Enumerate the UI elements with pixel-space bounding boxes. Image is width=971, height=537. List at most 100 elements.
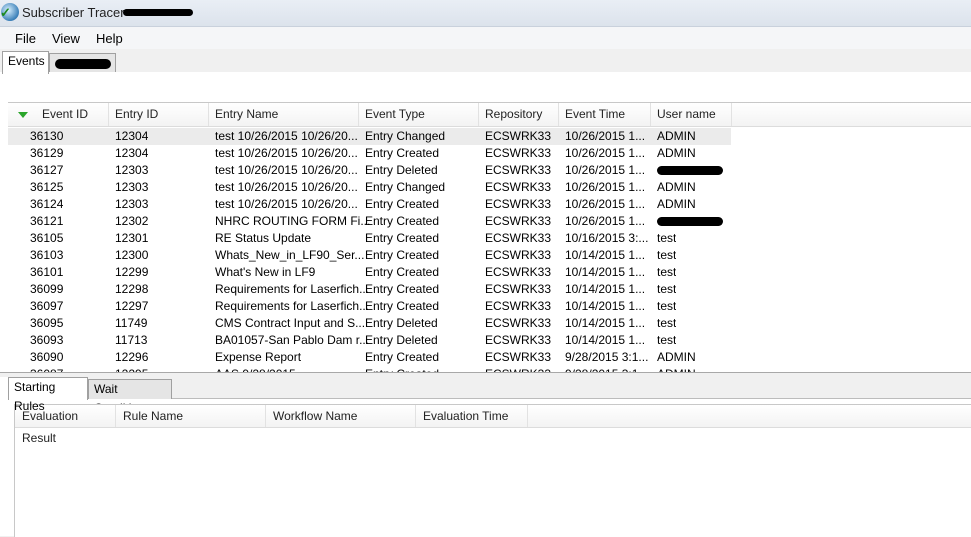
cell-repository: ECSWRK33 [485, 350, 552, 364]
rules-table-header: Evaluation Result Rule Name Workflow Nam… [15, 405, 971, 445]
cell-user-name: test [657, 333, 677, 347]
cell-entry-id: 12297 [115, 299, 149, 313]
cell-repository: ECSWRK33 [485, 282, 552, 296]
col-header-event-id[interactable]: Event ID [8, 103, 109, 126]
cell-repository: ECSWRK33 [485, 265, 552, 279]
cell-event-id: 36099 [30, 282, 64, 296]
table-row[interactable]: 36125 12303 test 10/26/2015 10/26/20... Ent… [8, 179, 731, 196]
window-title: Subscriber Tracer - [22, 5, 133, 20]
cell-event-id: 36090 [30, 350, 64, 364]
table-row[interactable]: 36090 12296 Expense Report Entry Created ECS… [8, 349, 731, 366]
cell-entry-name: Requirements for Laserfich... [215, 299, 370, 313]
cell-repository: ECSWRK33 [485, 214, 552, 228]
cell-user-name: ADMIN [657, 180, 696, 194]
table-row[interactable]: 36127 12303 test 10/26/2015 10/26/20... Ent… [8, 162, 731, 179]
cell-event-id: 36125 [30, 180, 64, 194]
tab-events[interactable]: Events [2, 51, 49, 74]
cell-repository: ECSWRK33 [485, 231, 552, 245]
cell-entry-id: 12304 [115, 146, 149, 160]
cell-entry-id: 11713 [115, 333, 148, 347]
cell-event-time: 10/16/2015 3:... [565, 231, 649, 245]
cell-event-id: 36097 [30, 299, 64, 313]
tab-redacted[interactable] [49, 53, 116, 73]
tab-wait-conditions[interactable]: Wait Conditions [88, 379, 172, 415]
cell-event-id: 36101 [30, 265, 64, 279]
col-header-event-time[interactable]: Event Time [559, 103, 651, 126]
cell-repository: ECSWRK33 [485, 129, 552, 143]
cell-event-time: 10/14/2015 1... [565, 299, 646, 313]
cell-entry-id: 12296 [115, 350, 149, 364]
cell-event-id: 36127 [30, 163, 64, 177]
cell-user-name: test [657, 265, 677, 279]
table-row[interactable]: 36121 12302 NHRC ROUTING FORM Fi... Entry C… [8, 213, 731, 230]
table-row[interactable]: 36093 11713 BA01057-San Pablo Dam r... Entr… [8, 332, 731, 349]
redacted-title-text [123, 9, 193, 16]
table-row[interactable]: 36103 12300 Whats_New_in_LF90_Ser... Entry … [8, 247, 731, 264]
col-header-rule-name[interactable]: Rule Name [116, 405, 266, 427]
cell-event-time: 10/14/2015 1... [565, 248, 646, 262]
cell-entry-id: 12299 [115, 265, 149, 279]
cell-user-name: ADMIN [657, 197, 696, 211]
col-header-label: Event ID [42, 107, 89, 121]
cell-event-time: 10/26/2015 1... [565, 180, 646, 194]
cell-event-type: Entry Created [365, 231, 440, 245]
cell-event-id: 36095 [30, 316, 64, 330]
cell-event-type: Entry Created [365, 214, 440, 228]
events-table: Event ID Entry ID Entry Name Event Type … [8, 102, 971, 373]
col-header-user-name[interactable]: User name [651, 103, 732, 126]
cell-event-time: 10/26/2015 1... [565, 129, 646, 143]
check-icon: ✓ [0, 5, 11, 20]
title-bar: ✓ Subscriber Tracer - [0, 0, 971, 27]
redacted-user-name [657, 217, 723, 226]
table-row[interactable]: 36130 12304 test 10/26/2015 10/26/20... Ent… [8, 128, 731, 145]
tab-starting-rules[interactable]: Starting Rules [8, 377, 88, 413]
col-header-entry-id[interactable]: Entry ID [109, 103, 209, 126]
col-header-evaluation-time[interactable]: Evaluation Time [416, 405, 528, 427]
cell-event-type: Entry Created [365, 197, 440, 211]
tab-events-label: Events [8, 54, 45, 68]
cell-entry-name: test 10/26/2015 10/26/20... [215, 180, 358, 194]
cell-entry-name: CMS Contract Input and S... [215, 316, 366, 330]
cell-event-id: 36093 [30, 333, 64, 347]
cell-entry-id: 12304 [115, 129, 149, 143]
table-row[interactable]: 36101 12299 What's New in LF9 Entry Created… [8, 264, 731, 281]
table-row[interactable]: 36105 12301 RE Status Update Entry Created E… [8, 230, 731, 247]
cell-event-time: 10/26/2015 1... [565, 214, 646, 228]
col-header-repository[interactable]: Repository [479, 103, 559, 126]
cell-repository: ECSWRK33 [485, 163, 552, 177]
menu-bar: File View Help [0, 27, 971, 49]
table-row[interactable]: 36097 12297 Requirements for Laserfich... E… [8, 298, 731, 315]
table-row[interactable]: 36099 12298 Requirements for Laserfich... E… [8, 281, 731, 298]
menu-help[interactable]: Help [96, 31, 123, 46]
cell-event-time: 10/14/2015 1... [565, 282, 646, 296]
cell-user-name: test [657, 231, 677, 245]
table-row[interactable]: 36095 11749 CMS Contract Input and S... Ent… [8, 315, 731, 332]
cell-repository: ECSWRK33 [485, 180, 552, 194]
cell-event-type: Entry Created [365, 248, 440, 262]
cell-event-time: 10/14/2015 1... [565, 265, 646, 279]
cell-entry-name: RE Status Update [215, 231, 312, 245]
col-header-event-type[interactable]: Event Type [359, 103, 479, 126]
cell-entry-id: 12300 [115, 248, 149, 262]
col-header-workflow-name[interactable]: Workflow Name [266, 405, 416, 427]
menu-file[interactable]: File [15, 31, 36, 46]
cell-user-name: test [657, 299, 677, 313]
cell-event-type: Entry Changed [365, 180, 446, 194]
cell-entry-id: 11749 [115, 316, 148, 330]
cell-repository: ECSWRK33 [485, 333, 552, 347]
cell-event-type: Entry Created [365, 282, 440, 296]
col-header-entry-name[interactable]: Entry Name [209, 103, 359, 126]
table-row[interactable]: 36129 12304 test 10/26/2015 10/26/20... Ent… [8, 145, 731, 162]
bottom-pane: Starting Rules Wait Conditions Evaluatio… [8, 376, 971, 537]
cell-event-type: Entry Deleted [365, 316, 438, 330]
bottom-tab-strip: Starting Rules Wait Conditions [8, 376, 971, 415]
rules-table: Evaluation Result Rule Name Workflow Nam… [14, 404, 971, 537]
cell-repository: ECSWRK33 [485, 316, 552, 330]
cell-user-name: test [657, 248, 677, 262]
menu-view[interactable]: View [52, 31, 80, 46]
cell-event-id: 36105 [30, 231, 64, 245]
cell-entry-id: 12303 [115, 163, 149, 177]
redacted-tab-label [55, 59, 111, 69]
table-row[interactable]: 36124 12303 test 10/26/2015 10/26/20... Ent… [8, 196, 731, 213]
cell-event-time: 10/26/2015 1... [565, 197, 646, 211]
